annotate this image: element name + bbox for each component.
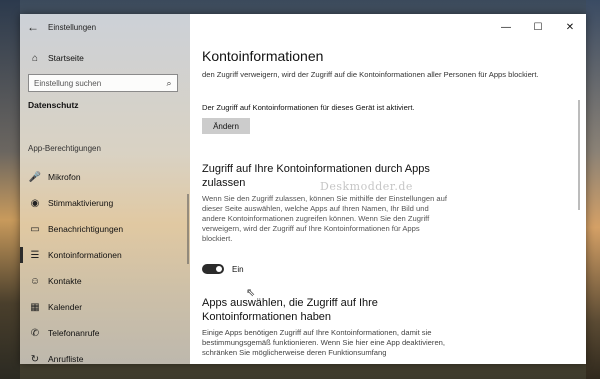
sidebar-item-label: Startseite	[48, 53, 84, 63]
sidebar-item-label: Kontoinformationen	[48, 250, 122, 260]
apps-access-toggle[interactable]	[202, 264, 224, 274]
intro-text: den Zugriff verweigern, wird der Zugriff…	[202, 70, 539, 79]
sidebar-item-home[interactable]: ⌂ Startseite	[20, 48, 190, 68]
voice-activation-icon: ◉	[30, 197, 40, 209]
sidebar: ← Einstellungen ⌂ Startseite Einstellung…	[20, 14, 190, 364]
sidebar-item-kalender[interactable]: ▦ Kalender	[20, 294, 190, 320]
calendar-icon: ▦	[30, 301, 40, 313]
sidebar-item-label: Anrufliste	[48, 354, 84, 364]
desktop-background-left	[0, 0, 20, 379]
sidebar-item-stimmaktivierung[interactable]: ◉ Stimmaktivierung	[20, 190, 190, 216]
minimize-button[interactable]: —	[490, 14, 522, 40]
back-arrow-icon[interactable]: ←	[22, 20, 44, 34]
settings-window: ← Einstellungen ⌂ Startseite Einstellung…	[20, 14, 586, 364]
sidebar-item-kontakte[interactable]: ☺ Kontakte	[20, 268, 190, 294]
choose-apps-heading: Apps auswählen, die Zugriff auf Ihre Kon…	[202, 297, 378, 323]
search-input[interactable]: Einstellung suchen ⌕	[28, 74, 178, 92]
search-icon[interactable]: ⌕	[161, 78, 177, 89]
watermark: Deskmodder.de	[320, 180, 413, 193]
account-info-icon: ☰	[30, 249, 40, 261]
sidebar-item-telefonanrufe[interactable]: ✆ Telefonanrufe	[20, 320, 190, 346]
toggle-state-label: Ein	[232, 264, 244, 274]
sidebar-nav-list: 🎤 Mikrofon ◉ Stimmaktivierung ▭ Benachri…	[20, 164, 190, 364]
change-button[interactable]: Ändern	[202, 118, 250, 134]
sidebar-item-kontoinformationen[interactable]: ☰ Kontoinformationen	[20, 242, 190, 268]
caption-buttons: — ☐ ✕	[490, 14, 586, 40]
desktop-background-right	[586, 0, 600, 379]
page-title: Kontoinformationen	[202, 48, 324, 64]
group-header: App-Berechtigungen	[28, 144, 101, 153]
section-title: Datenschutz	[28, 100, 79, 110]
main-content: — ☐ ✕ Kontoinformationen den Zugriff ver…	[190, 14, 586, 364]
notifications-icon: ▭	[30, 223, 40, 235]
app-title: Einstellungen	[48, 22, 97, 32]
content-scrollbar[interactable]	[578, 100, 580, 210]
toggle-knob	[216, 266, 222, 272]
device-access-status: Der Zugriff auf Kontoinformationen für d…	[202, 103, 415, 112]
microphone-icon: 🎤	[28, 171, 42, 183]
maximize-button[interactable]: ☐	[522, 14, 554, 40]
sidebar-item-label: Telefonanrufe	[48, 328, 100, 338]
sidebar-item-mikrofon[interactable]: 🎤 Mikrofon	[20, 164, 190, 190]
sidebar-item-label: Benachrichtigungen	[48, 224, 124, 234]
title-bar: ← Einstellungen	[20, 14, 190, 40]
close-button[interactable]: ✕	[554, 14, 586, 40]
sidebar-item-label: Kalender	[48, 302, 83, 312]
apps-access-toggle-row: Ein	[202, 264, 244, 274]
home-icon: ⌂	[31, 52, 39, 64]
search-placeholder: Einstellung suchen	[34, 78, 102, 88]
sidebar-item-label: Mikrofon	[48, 172, 81, 182]
sidebar-item-label: Stimmaktivierung	[48, 198, 114, 208]
sidebar-item-label: Kontakte	[48, 276, 82, 286]
apps-access-description: Wenn Sie den Zugriff zulassen, können Si…	[202, 194, 447, 243]
sidebar-scrollbar[interactable]	[187, 194, 189, 264]
sidebar-item-benachrichtigungen[interactable]: ▭ Benachrichtigungen	[20, 216, 190, 242]
call-history-icon: ↻	[30, 353, 40, 365]
contacts-icon: ☺	[29, 275, 41, 287]
phone-icon: ✆	[30, 327, 40, 339]
sidebar-item-anrufliste[interactable]: ↻ Anrufliste	[20, 346, 190, 365]
choose-apps-description: Einige Apps benötigen Zugriff auf Ihre K…	[202, 328, 445, 357]
